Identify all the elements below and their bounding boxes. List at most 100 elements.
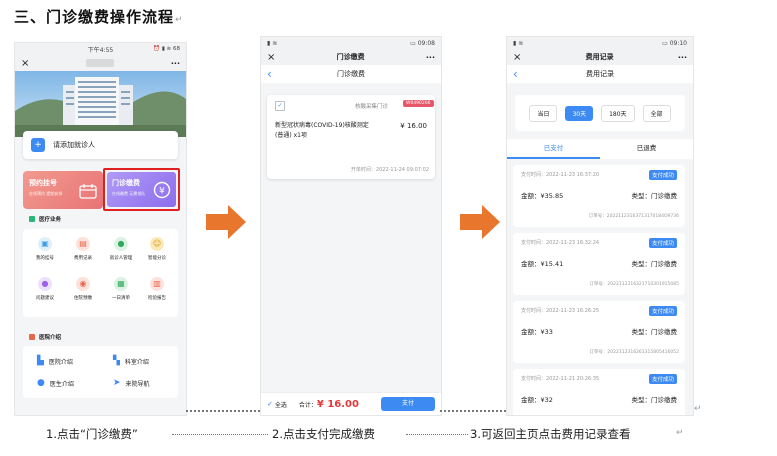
checkbox-icon[interactable]: ✓	[275, 101, 285, 111]
document-heading: 三、门诊缴费操作流程↵	[14, 6, 184, 27]
record-card[interactable]: 支付时间：2022-11-21 20:26:35 支付成功 金额：¥32 类型：…	[513, 369, 685, 415]
record-card[interactable]: 支付时间：2022-11-23 16:37:20 支付成功 金额：¥35.85 …	[513, 165, 685, 227]
close-icon[interactable]: ×	[513, 52, 521, 63]
arrow-right-icon	[460, 205, 500, 239]
title-blur	[86, 59, 115, 67]
intro-grid: ▙ 医院介绍 ▚ 科室介绍 ● 医生介绍 ➤ 来院导航	[23, 346, 178, 398]
record-time: 支付时间：2022-11-23 16:32:24	[521, 240, 600, 246]
status-left: ▮ ≋	[513, 39, 524, 47]
filter-all[interactable]: 全部	[642, 104, 671, 122]
payment-card-body: 门诊缴费 在线缴费 无需排队 ¥	[107, 172, 176, 207]
svg-text:¥: ¥	[159, 187, 165, 197]
bulb-icon: ●	[38, 277, 52, 291]
service-item[interactable]: ☺ 智能分诊	[139, 237, 175, 261]
building-icon: ▙	[37, 356, 44, 366]
add-patient-label: 请添加就诊人	[53, 141, 95, 149]
back-icon[interactable]: ‹	[267, 67, 272, 81]
service-item[interactable]: ▤ 费用记录	[65, 237, 101, 261]
screenshot-home: 下午4:55 ⏰ ▮ ≋ 68 × ··· + 请添加就诊人 预约挂号 在线预约…	[14, 42, 187, 416]
caption-step-2: 2.点击支付完成缴费	[272, 427, 375, 441]
date-filter-panel: 当日 30天 180天 全部	[515, 95, 685, 131]
record-status: 支付成功	[648, 238, 677, 248]
dotted-connector	[440, 410, 506, 412]
payment-item-card[interactable]: ✓ 核酸采集门诊 W0490266 新型冠状病毒(COVID-19)核酸测定(普…	[267, 95, 435, 179]
section-business-header: 医疗业务	[29, 215, 61, 223]
dotted-connector	[186, 410, 260, 412]
grid-icon	[29, 216, 35, 222]
service-label: 一日清单	[112, 296, 130, 301]
pay-button[interactable]: 支付	[381, 397, 435, 411]
more-icon[interactable]: ···	[171, 59, 180, 68]
nav-title: 门诊缴费	[336, 53, 365, 61]
record-status: 支付成功	[648, 306, 677, 316]
deposit-icon: ◉	[76, 277, 90, 291]
paragraph-mark: ↵	[175, 15, 184, 25]
checkout-bar: ✓ 全选 合计： ¥ 16.00 支付	[261, 392, 441, 415]
record-type: 类型：门诊缴费	[631, 396, 678, 404]
filter-180-days[interactable]: 180天	[601, 104, 635, 122]
status-icons: ⏰ ▮ ≋ 68	[153, 46, 180, 52]
department-label: 核酸采集门诊	[355, 104, 389, 110]
close-icon[interactable]: ×	[267, 52, 275, 63]
sub-title: 费用记录	[586, 70, 614, 78]
service-item[interactable]: ▥ 检验报告	[139, 277, 175, 301]
record-type: 类型：门诊缴费	[631, 328, 678, 336]
service-item[interactable]: ▦ 一日清单	[103, 277, 139, 301]
select-all-checkbox[interactable]: ✓	[267, 400, 273, 408]
service-item[interactable]: ● 就诊人管理	[103, 237, 139, 261]
service-label: 问题建议	[36, 296, 54, 301]
add-patient-card[interactable]: + 请添加就诊人	[23, 131, 178, 159]
yuan-coin-icon: ¥	[153, 181, 171, 199]
section-business-label: 医疗业务	[39, 217, 62, 223]
outpatient-payment-card[interactable]: 门诊缴费 在线缴费 无需排队 ¥	[103, 168, 180, 211]
hospital-banner-image	[15, 71, 186, 137]
status-bar: ▮ ≋ ▭ 09:10	[507, 37, 693, 49]
caption-step-1: 1.点击“门诊缴费”	[46, 427, 138, 441]
intro-item-department[interactable]: ▚ 科室介绍	[113, 356, 149, 366]
section-intro-label: 医院介绍	[39, 335, 62, 341]
filter-today[interactable]: 当日	[529, 104, 558, 122]
record-card[interactable]: 支付时间：2022-11-23 16:26:25 支付成功 金额：¥33 类型：…	[513, 301, 685, 363]
record-status: 支付成功	[648, 374, 677, 384]
section-intro-header: 医院介绍	[29, 333, 61, 341]
record-amount: 金额：¥32	[521, 396, 553, 404]
service-label: 智能分诊	[148, 256, 166, 261]
more-icon[interactable]: ···	[678, 53, 687, 62]
back-icon[interactable]: ‹	[513, 67, 518, 81]
record-card[interactable]: 支付时间：2022-11-23 16:32:24 支付成功 金额：¥15.41 …	[513, 233, 685, 295]
person-icon: ●	[114, 237, 128, 251]
caption-step-3: 3.可返回主页点击费用记录查看	[470, 427, 631, 441]
order-time: 开单时间：2022-11-24 09:07:02	[350, 167, 429, 173]
add-patient-icon: +	[31, 138, 45, 152]
record-type: 类型：门诊缴费	[631, 192, 678, 200]
bill-badge: W0490266	[403, 100, 434, 107]
record-amount: 金额：¥15.41	[521, 260, 564, 268]
smile-icon: ☺	[150, 237, 164, 251]
intro-item-navigation[interactable]: ➤ 来院导航	[113, 378, 150, 388]
service-item[interactable]: ● 问题建议	[27, 277, 63, 301]
filter-30-days[interactable]: 30天	[565, 105, 594, 121]
record-status: 支付成功	[648, 170, 677, 180]
navigation-icon: ➤	[113, 378, 121, 388]
total-value: ¥ 16.00	[316, 398, 359, 410]
status-left: ▮ ≋	[267, 39, 278, 47]
intro-label: 科室介绍	[124, 358, 149, 366]
record-time: 支付时间：2022-11-23 16:26:25	[521, 308, 600, 314]
close-icon[interactable]: ×	[21, 58, 29, 69]
item-name: 新型冠状病毒(COVID-19)核酸测定(普通) x1项	[275, 122, 369, 139]
tab-refunded[interactable]: 已退费	[600, 139, 693, 159]
record-amount: 金额：¥35.85	[521, 192, 564, 200]
record-time: 支付时间：2022-11-21 20:26:35	[521, 376, 600, 382]
service-item[interactable]: ▣ 我的挂号	[27, 237, 63, 261]
sub-header: ‹ 费用记录	[507, 65, 693, 83]
more-icon[interactable]: ···	[426, 53, 435, 62]
status-right: ▭ 09:08	[410, 39, 435, 47]
nav-bar: × 门诊缴费 ···	[261, 49, 441, 65]
register-card[interactable]: 预约挂号 在线预约 提前安排	[23, 171, 103, 209]
intro-item-hospital[interactable]: ▙ 医院介绍	[37, 356, 73, 366]
screenshot-payment: ▮ ≋ ▭ 09:08 × 门诊缴费 ··· ‹ 门诊缴费 ✓ 核酸采集门诊 W…	[260, 36, 442, 416]
department-icon: ▚	[113, 356, 120, 366]
tab-paid[interactable]: 已支付	[507, 139, 600, 159]
service-item[interactable]: ◉ 住院预缴	[65, 277, 101, 301]
intro-item-doctor[interactable]: ● 医生介绍	[37, 378, 74, 388]
